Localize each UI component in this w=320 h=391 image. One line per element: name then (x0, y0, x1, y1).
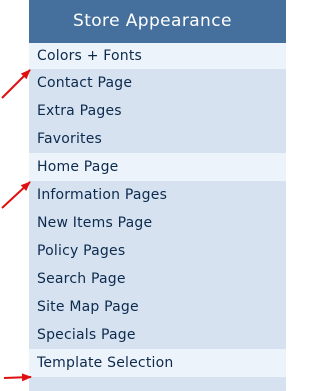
menu-item-favorites[interactable]: Favorites (29, 125, 286, 153)
menu-item-home-page[interactable]: Home Page (29, 153, 286, 181)
menu-item-template-selection[interactable]: Template Selection (29, 349, 286, 377)
menu-item-policy-pages[interactable]: Policy Pages (29, 237, 286, 265)
store-appearance-menu: Colors + Fonts Contact Page Extra Pages … (29, 43, 286, 377)
menu-item-specials-page[interactable]: Specials Page (29, 321, 286, 349)
menu-item-contact-page[interactable]: Contact Page (29, 69, 286, 97)
menu-item-colors-fonts[interactable]: Colors + Fonts (29, 43, 286, 69)
menu-item-extra-pages[interactable]: Extra Pages (29, 97, 286, 125)
store-appearance-panel: Store Appearance Colors + Fonts Contact … (29, 0, 286, 391)
arrow-to-template-selection-icon (3, 373, 32, 382)
arrow-to-colors-fonts-icon (1, 69, 31, 99)
arrow-to-home-page-icon (1, 181, 31, 209)
menu-item-new-items-page[interactable]: New Items Page (29, 209, 286, 237)
menu-item-information-pages[interactable]: Information Pages (29, 181, 286, 209)
menu-item-site-map-page[interactable]: Site Map Page (29, 293, 286, 321)
menu-item-search-page[interactable]: Search Page (29, 265, 286, 293)
panel-header: Store Appearance (29, 0, 286, 43)
